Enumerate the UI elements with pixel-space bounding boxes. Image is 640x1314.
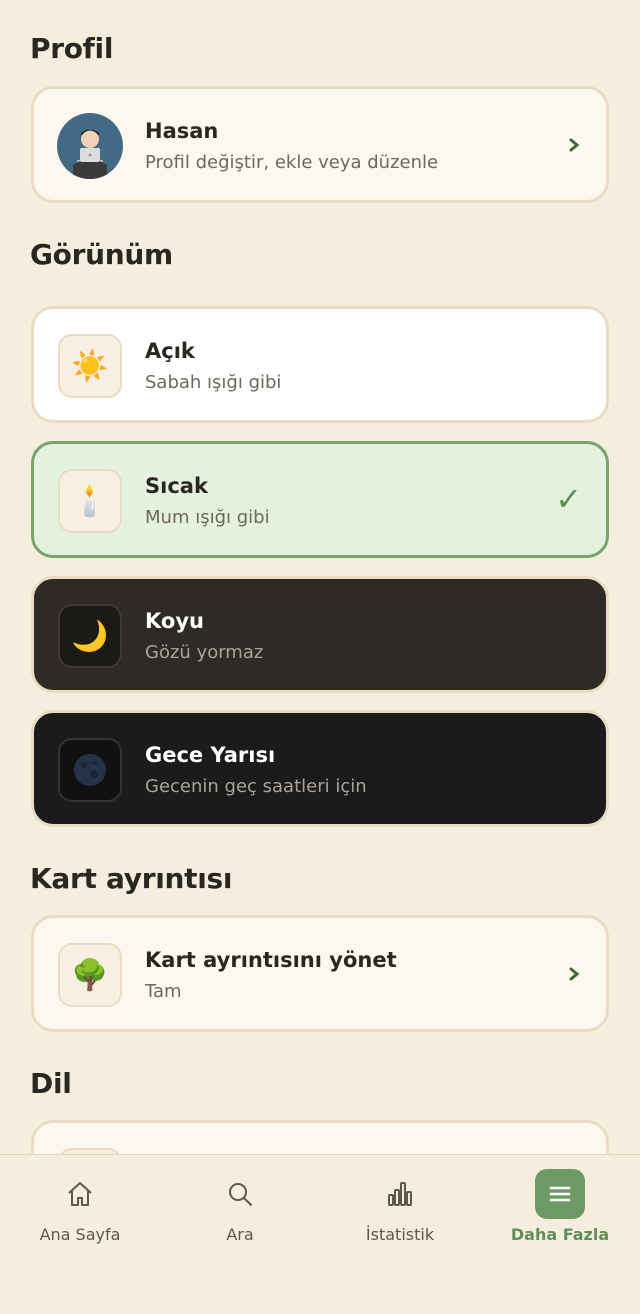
chevron-right-icon bbox=[569, 967, 580, 981]
candle-icon: 🕯️ bbox=[58, 469, 122, 533]
theme-subtitle: Sabah ışığı gibi bbox=[145, 372, 282, 393]
theme-option-dark[interactable]: 🌙 Koyu Gözü yormaz bbox=[31, 576, 609, 693]
section-title-profile: Profil bbox=[30, 32, 114, 65]
checkmark-icon: ✓ bbox=[555, 480, 582, 518]
settings-content: Profil Hasan Profil değiştir, ekle veya … bbox=[0, 0, 640, 1154]
moon-icon: 🌙 bbox=[58, 604, 122, 668]
theme-title: Açık bbox=[145, 339, 195, 363]
tab-label: Ara bbox=[226, 1225, 254, 1244]
tab-label: Ana Sayfa bbox=[39, 1225, 121, 1244]
tab-home[interactable]: Ana Sayfa bbox=[0, 1155, 160, 1265]
home-icon bbox=[55, 1169, 105, 1219]
tab-more[interactable]: Daha Fazla bbox=[480, 1155, 640, 1265]
stats-icon bbox=[375, 1169, 425, 1219]
theme-subtitle: Mum ışığı gibi bbox=[145, 507, 270, 528]
theme-option-warm[interactable]: 🕯️ Sıcak Mum ışığı gibi ✓ bbox=[31, 441, 609, 558]
language-row[interactable] bbox=[31, 1120, 609, 1154]
card-detail-value: Tam bbox=[145, 981, 182, 1002]
avatar bbox=[57, 113, 123, 179]
card-detail-title: Kart ayrıntısını yönet bbox=[145, 948, 397, 972]
tab-label: Daha Fazla bbox=[510, 1225, 610, 1244]
section-title-appearance: Görünüm bbox=[30, 238, 173, 271]
theme-title: Gece Yarısı bbox=[145, 743, 276, 767]
profile-name: Hasan bbox=[145, 119, 219, 143]
tree-icon: 🌳 bbox=[58, 943, 122, 1007]
card-detail-row[interactable]: 🌳 Kart ayrıntısını yönet Tam bbox=[31, 915, 609, 1032]
theme-title: Koyu bbox=[145, 609, 204, 633]
section-title-card-detail: Kart ayrıntısı bbox=[30, 862, 233, 895]
theme-subtitle: Gözü yormaz bbox=[145, 642, 264, 663]
theme-title: Sıcak bbox=[145, 474, 208, 498]
chevron-right-icon bbox=[569, 138, 580, 152]
theme-option-midnight[interactable]: Gece Yarısı Gecenin geç saatleri için bbox=[31, 710, 609, 827]
tab-label: İstatistik bbox=[365, 1225, 435, 1244]
dark-globe-icon bbox=[58, 738, 122, 802]
tab-stats[interactable]: İstatistik bbox=[320, 1155, 480, 1265]
menu-icon bbox=[535, 1169, 585, 1219]
bottom-tab-bar: Ana Sayfa Ara İstatistik Daha Fazla bbox=[0, 1154, 640, 1314]
tab-search[interactable]: Ara bbox=[160, 1155, 320, 1265]
section-title-language: Dil bbox=[30, 1067, 72, 1100]
sun-icon: ☀️ bbox=[58, 334, 122, 398]
profile-card[interactable]: Hasan Profil değiştir, ekle veya düzenle bbox=[31, 86, 609, 203]
search-icon bbox=[215, 1169, 265, 1219]
theme-option-light[interactable]: ☀️ Açık Sabah ışığı gibi bbox=[31, 306, 609, 423]
theme-subtitle: Gecenin geç saatleri için bbox=[145, 776, 367, 797]
profile-subtitle: Profil değiştir, ekle veya düzenle bbox=[145, 152, 439, 173]
